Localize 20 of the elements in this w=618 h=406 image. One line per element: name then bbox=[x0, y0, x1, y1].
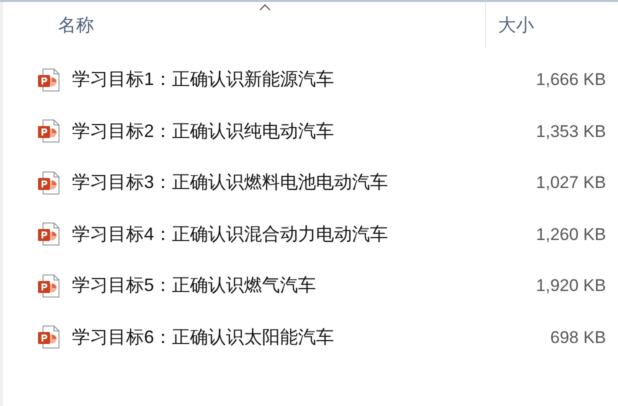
column-header[interactable]: 大小 bbox=[485, 2, 618, 48]
column-header[interactable]: 名称 bbox=[3, 2, 485, 48]
file-name[interactable]: 学习目标6：正确认识太阳能汽车 bbox=[72, 324, 452, 351]
presentation-file-icon bbox=[37, 325, 61, 350]
file-size: 1,353 KB bbox=[535, 120, 607, 142]
file-name[interactable]: 学习目标3：正确认识燃料电池电动汽车 bbox=[72, 169, 452, 196]
presentation-file-icon bbox=[37, 68, 61, 92]
file-name[interactable]: 学习目标4：正确认识混合动力电动汽车 bbox=[72, 220, 452, 248]
file-size: 1,260 KB bbox=[535, 224, 607, 246]
file-name[interactable]: 学习目标1：正确认识新能源汽车 bbox=[72, 66, 452, 94]
presentation-file-icon bbox=[37, 119, 61, 144]
file-size: 698 KB bbox=[549, 326, 607, 348]
presentation-file-icon bbox=[37, 222, 61, 246]
file-name[interactable]: 学习目标5：正确认识燃气汽车 bbox=[72, 272, 452, 300]
presentation-file-icon bbox=[37, 274, 61, 298]
presentation-file-icon bbox=[37, 170, 61, 195]
file-name[interactable]: 学习目标2：正确认识纯电动汽车 bbox=[72, 118, 452, 145]
file-size: 1,027 KB bbox=[535, 172, 607, 194]
file-size: 1,920 KB bbox=[535, 275, 607, 297]
file-size: 1,666 KB bbox=[535, 69, 607, 91]
